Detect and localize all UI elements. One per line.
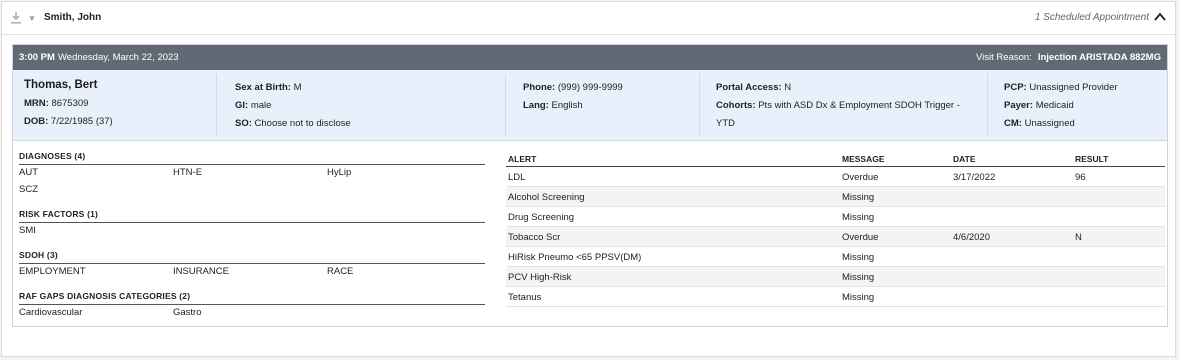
portal-access: Portal Access: N	[716, 82, 792, 93]
download-icon[interactable]	[10, 11, 22, 24]
visit-reason-label: Visit Reason:	[976, 52, 1032, 63]
divider	[19, 304, 485, 305]
mrn: MRN: 8675309	[24, 98, 89, 109]
alert-name: Tetanus	[508, 292, 542, 303]
chevron-up-icon[interactable]	[1153, 11, 1167, 23]
table-row: PCV High-Risk Missing	[506, 267, 1165, 287]
alert-message: Missing	[842, 192, 875, 203]
alert-message: Overdue	[842, 172, 879, 183]
dob: DOB: 7/22/1985 (37)	[24, 116, 113, 127]
alert-name: Drug Screening	[508, 212, 575, 223]
payer: Payer: Medicaid	[1004, 100, 1074, 111]
sdoh-item: EMPLOYMENT	[19, 266, 86, 277]
caret-down-icon[interactable]: ▼	[28, 14, 36, 23]
sdoh-title: SDOH (3)	[19, 250, 58, 260]
table-row: LDL Overdue 3/17/2022 96	[506, 167, 1165, 187]
panel-header: ▼ Smith, John 1 Scheduled Appointment	[2, 2, 1175, 35]
diagnosis-item: SCZ	[19, 184, 38, 195]
alert-name: Tobacco Scr	[508, 232, 561, 243]
raf-gaps-title: RAF GAPS DIAGNOSIS CATEGORIES (2)	[19, 291, 191, 301]
divider	[19, 263, 485, 264]
visit-reason: Visit Reason: Injection ARISTADA 882MG	[976, 52, 1161, 63]
alert-date: 3/17/2022	[953, 172, 996, 183]
appointment-date: Wednesday, March 22, 2023	[58, 52, 179, 63]
column-date: DATE	[953, 154, 976, 164]
sdoh-item: INSURANCE	[173, 266, 229, 277]
appointment-bar: 3:00 PM Wednesday, March 22, 2023 Visit …	[13, 45, 1167, 70]
patient-portal-cohorts: Portal Access: N Cohorts: Pts with ASD D…	[699, 74, 986, 136]
sexual-orientation: SO: Choose not to disclose	[235, 118, 351, 129]
alert-name: Alcohol Screening	[508, 192, 585, 203]
patient-demographics: Thomas, Bert MRN: 8675309 DOB: 7/22/1985…	[13, 70, 1167, 141]
patient-gender-info: Sex at Birth: M GI: male SO: Choose not …	[216, 74, 503, 136]
sex-at-birth: Sex at Birth: M	[235, 82, 302, 93]
visit-reason-value: Injection ARISTADA 882MG	[1037, 52, 1161, 63]
cohorts-continued: YTD	[716, 118, 735, 129]
patient-contact: Phone: (999) 999-9999 Lang: English	[505, 74, 698, 136]
alert-message: Overdue	[842, 232, 879, 243]
diagnosis-item: AUT	[19, 167, 38, 178]
column-message: MESSAGE	[842, 154, 885, 164]
diagnoses-title: DIAGNOSES (4)	[19, 151, 86, 161]
risk-factor-item: SMI	[19, 225, 36, 236]
alert-name: LDL	[508, 172, 526, 183]
raf-gap-item: Cardiovascular	[19, 307, 83, 318]
pcp: PCP: Unassigned Provider	[1004, 82, 1118, 93]
appointment-card: 3:00 PM Wednesday, March 22, 2023 Visit …	[12, 44, 1168, 327]
table-row: Drug Screening Missing	[506, 207, 1165, 227]
alert-result: N	[1075, 232, 1082, 243]
patient-name[interactable]: Thomas, Bert	[24, 79, 98, 91]
alert-message: Missing	[842, 252, 875, 263]
table-row: Tetanus Missing	[506, 287, 1165, 307]
language: Lang: English	[523, 100, 583, 111]
patient-appointment-panel: ▼ Smith, John 1 Scheduled Appointment 3:…	[1, 1, 1176, 357]
alert-message: Missing	[842, 212, 875, 223]
diagnosis-item: HyLip	[327, 167, 352, 178]
provider-name: Smith, John	[44, 12, 102, 23]
alert-message: Missing	[842, 272, 875, 283]
divider	[19, 222, 485, 223]
alert-result: 96	[1075, 172, 1086, 183]
care-manager: CM: Unassigned	[1004, 118, 1075, 129]
patient-care-team: PCP: Unassigned Provider Payer: Medicaid…	[987, 74, 1168, 136]
cohorts: Cohorts: Pts with ASD Dx & Employment SD…	[716, 100, 960, 111]
diagnosis-item: HTN-E	[173, 167, 203, 178]
phone: Phone: (999) 999-9999	[523, 82, 623, 93]
column-alert: ALERT	[508, 154, 537, 164]
table-row: HiRisk Pneumo <65 PPSV(DM) Missing	[506, 247, 1165, 267]
alert-date: 4/6/2020	[953, 232, 990, 243]
table-row: Tobacco Scr Overdue 4/6/2020 N	[506, 227, 1165, 247]
scheduled-appointment-count: 1 Scheduled Appointment	[1034, 12, 1149, 23]
alert-name: HiRisk Pneumo <65 PPSV(DM)	[508, 252, 642, 263]
appointment-time: 3:00 PM	[19, 52, 55, 63]
gender-identity: GI: male	[235, 100, 272, 111]
sdoh-item: RACE	[327, 266, 354, 277]
patient-identity: Thomas, Bert MRN: 8675309 DOB: 7/22/1985…	[24, 70, 214, 132]
table-row: Alcohol Screening Missing	[506, 187, 1165, 207]
raf-gap-item: Gastro	[173, 307, 202, 318]
risk-factors-title: RISK FACTORS (1)	[19, 209, 99, 219]
column-result: RESULT	[1075, 154, 1109, 164]
alert-message: Missing	[842, 292, 875, 303]
alert-name: PCV High-Risk	[508, 272, 572, 283]
alerts-table-header: ALERT MESSAGE DATE RESULT	[506, 152, 1165, 167]
divider	[19, 164, 485, 165]
